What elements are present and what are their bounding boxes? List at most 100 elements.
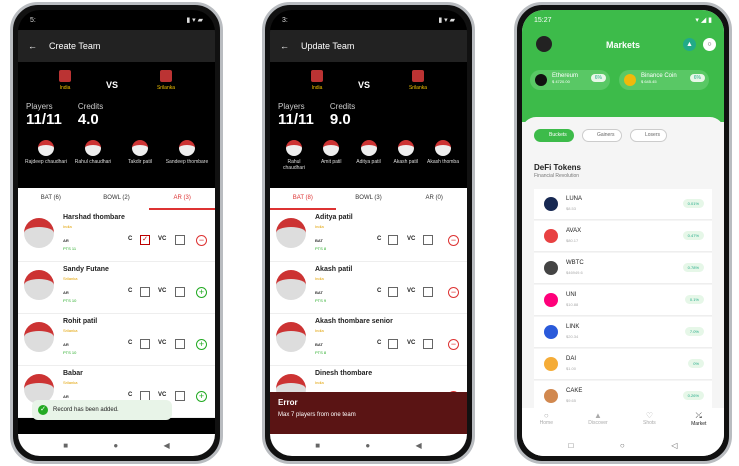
vice-captain-checkbox[interactable] xyxy=(175,287,185,297)
vice-captain-label: VC xyxy=(158,392,167,398)
captain-checkbox[interactable] xyxy=(388,287,398,297)
tab-bat[interactable]: BAT (8) xyxy=(270,188,336,210)
vice-captain-checkbox[interactable] xyxy=(175,391,185,401)
back-icon[interactable]: ◀ xyxy=(164,441,170,450)
player-points: PTS 11 xyxy=(63,246,77,251)
token-name: LUNA xyxy=(566,196,583,202)
team-b: Srilanka xyxy=(151,70,181,91)
tab-ar[interactable]: AR (0) xyxy=(401,188,467,210)
binance-icon xyxy=(624,74,636,86)
filter-buckets[interactable]: Buckets xyxy=(534,129,574,142)
player-avatar-name: Akash patil xyxy=(393,159,418,165)
remove-player-button[interactable]: − xyxy=(448,339,459,350)
add-player-button[interactable]: + xyxy=(196,339,207,350)
nav-discover[interactable]: ▲ Discover xyxy=(588,408,607,434)
nav-market[interactable]: ⤯ Market xyxy=(691,408,706,434)
team-b-flag-icon xyxy=(160,70,172,82)
add-player-button[interactable]: + xyxy=(196,391,207,402)
home-icon[interactable]: ○ xyxy=(620,441,625,450)
list-item: Akash thombare senior India BAT PTS 8 C VC … xyxy=(270,314,467,366)
token-icon xyxy=(544,325,558,339)
ticker-pill-ethereum[interactable]: Ethereum $ 4720.00 6% xyxy=(530,70,610,90)
token-row[interactable]: AVAX $80.17 0.47% xyxy=(534,221,712,252)
player-avatar: Rahul chaudhari xyxy=(276,140,312,171)
recents-icon[interactable]: ■ xyxy=(63,441,68,450)
vice-captain-checkbox[interactable] xyxy=(423,235,433,245)
token-name: CAKE xyxy=(566,388,583,394)
home-icon[interactable]: ● xyxy=(365,441,370,450)
role-tabs: BAT (6) BOWL (2) AR (3) xyxy=(18,188,215,210)
token-row[interactable]: DAI $1.00 0% xyxy=(534,349,712,380)
player-avatar-name: Akash thomba xyxy=(427,159,459,165)
team-a-label: India xyxy=(59,85,71,91)
filter-gainers[interactable]: Gainers xyxy=(582,129,622,142)
recents-icon[interactable]: ■ xyxy=(315,441,320,450)
list-item: Rohit patil Srilanka AR PTS 10 C VC + xyxy=(18,314,215,366)
vice-captain-checkbox[interactable] xyxy=(175,339,185,349)
token-row[interactable]: LUNA $8.53 0.01% xyxy=(534,189,712,220)
avatar xyxy=(276,322,306,352)
captain-checkbox[interactable] xyxy=(388,235,398,245)
nav-market-label: Market xyxy=(691,421,707,427)
add-player-button[interactable]: + xyxy=(196,287,207,298)
back-icon[interactable]: ◁ xyxy=(671,441,677,450)
status-bar: 15:27 ▾ ◢ ▮ xyxy=(522,10,724,30)
tab-bat[interactable]: BAT (6) xyxy=(18,188,84,210)
player-points: PTS 10 xyxy=(63,298,77,303)
captain-checkbox[interactable] xyxy=(388,339,398,349)
filter-losers[interactable]: Losers xyxy=(630,129,668,142)
avatar xyxy=(276,270,306,300)
drag-handle[interactable] xyxy=(610,111,634,113)
team-stats: Players 11/11 Credits 4.0 xyxy=(26,102,103,128)
search-icon[interactable]: ○ xyxy=(703,38,716,51)
player-name: Babar xyxy=(63,370,83,377)
remove-player-button[interactable]: − xyxy=(196,235,207,246)
back-icon[interactable]: ◀ xyxy=(416,441,422,450)
status-time: 3: xyxy=(282,16,288,24)
vice-captain-checkbox[interactable] xyxy=(423,339,433,349)
status-icons: ▾ ◢ ▮ xyxy=(695,17,712,24)
player-team: Srilanka xyxy=(63,328,78,333)
player-team: India xyxy=(315,328,324,333)
credits-value: 4.0 xyxy=(77,111,99,128)
credits-stat: Credits 4.0 xyxy=(78,102,103,128)
system-nav-bar: ■ ● ◀ xyxy=(18,434,215,456)
nav-discover-label: Discover xyxy=(588,420,608,426)
captain-checkbox[interactable]: ✓ xyxy=(140,235,150,245)
avatar xyxy=(24,322,54,352)
token-row[interactable]: WBTC $46949.6 0.78% xyxy=(534,253,712,284)
captain-label: C xyxy=(128,236,133,242)
avatar-icon xyxy=(38,140,54,156)
player-name: Akash patil xyxy=(315,266,353,273)
nav-home[interactable]: ○ Home xyxy=(540,408,553,434)
player-name: Dinesh thombare xyxy=(315,370,373,377)
avatar xyxy=(24,270,54,300)
team-b-label: Srilanka xyxy=(156,85,176,91)
captain-checkbox[interactable] xyxy=(140,287,150,297)
token-icon xyxy=(544,229,558,243)
token-row[interactable]: LINK $20.34 7.0% xyxy=(534,317,712,348)
player-role: AR xyxy=(63,394,69,399)
selected-players: Rahul chaudhari Amit patil Aditya patil … xyxy=(276,140,461,171)
recents-icon[interactable]: □ xyxy=(569,441,574,450)
vs-label: VS xyxy=(106,80,119,90)
remove-player-button[interactable]: − xyxy=(448,235,459,246)
player-points: PTS 8 xyxy=(315,246,327,251)
tab-ar[interactable]: AR (3) xyxy=(149,188,215,210)
player-avatar: Rajdeep chaudhari xyxy=(24,140,68,165)
home-icon[interactable]: ● xyxy=(113,441,118,450)
token-row[interactable]: UNI $10.88 0.1% xyxy=(534,285,712,316)
ethereum-icon xyxy=(535,74,547,86)
captain-checkbox[interactable] xyxy=(140,339,150,349)
vice-captain-checkbox[interactable] xyxy=(175,235,185,245)
ticker-pill-binance[interactable]: Binance Coin $ 645.45 6% xyxy=(619,70,709,90)
bell-icon[interactable]: ▲ xyxy=(683,38,696,51)
nav-shots[interactable]: ♡ Shots xyxy=(643,408,656,434)
vice-captain-checkbox[interactable] xyxy=(423,287,433,297)
back-arrow-icon[interactable]: ← xyxy=(280,41,289,51)
back-arrow-icon[interactable]: ← xyxy=(28,41,37,51)
tab-bowl[interactable]: BOWL (3) xyxy=(336,188,402,210)
tab-bowl[interactable]: BOWL (2) xyxy=(84,188,150,210)
system-nav-bar: □ ○ ◁ xyxy=(522,434,724,456)
remove-player-button[interactable]: − xyxy=(448,287,459,298)
